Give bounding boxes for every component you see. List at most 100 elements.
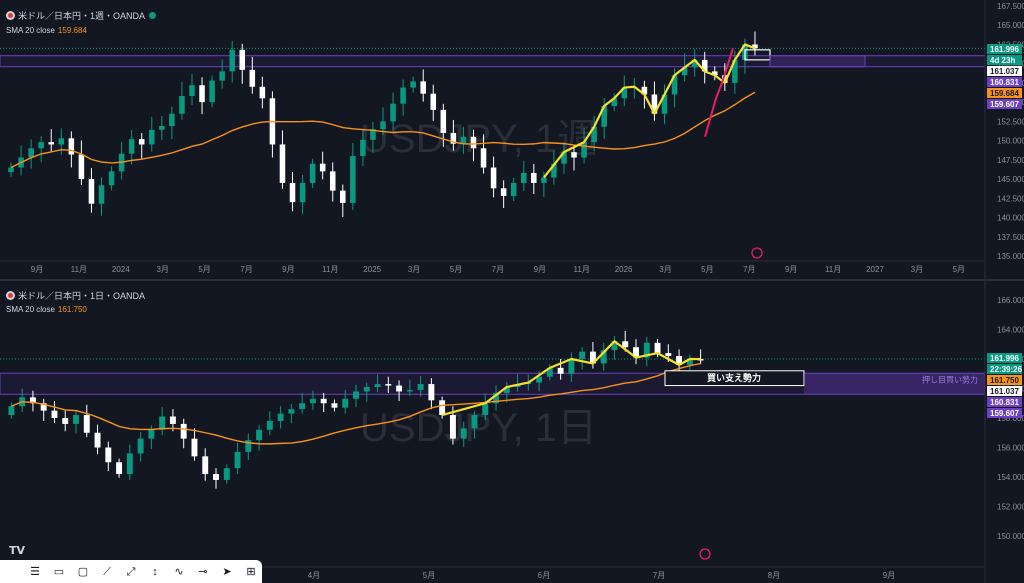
candle-body [68, 138, 75, 155]
candle-body [108, 171, 115, 186]
candle-body [500, 188, 507, 196]
x-tick-label: 7月 [240, 265, 252, 274]
y-tick-label: 147.500 [997, 156, 1024, 165]
weekly-chart-canvas[interactable]: USDJPY, 1週167.500165.000162.500160.00015… [0, 0, 1024, 279]
y-tick-label: 135.000 [997, 252, 1024, 261]
candle-body [105, 447, 112, 463]
candle-body [460, 428, 467, 439]
candle-body [319, 163, 326, 172]
candle-body [266, 420, 273, 430]
price-tag-label: 161.750 [990, 376, 1019, 385]
candle-body [98, 185, 105, 204]
y-tick-label: 152.500 [997, 117, 1024, 126]
candle-body [406, 389, 413, 392]
rectangle-icon[interactable]: ▢ [76, 565, 90, 579]
weekly-sma-legend[interactable]: SMA 20 close 159.684 [6, 26, 87, 35]
candle-body [410, 81, 416, 88]
fib-icon[interactable]: ∿ [172, 565, 186, 579]
candle-body [320, 398, 327, 404]
candle-body [234, 451, 241, 469]
lightning-icon [751, 247, 763, 259]
candle-body [256, 429, 263, 441]
x-tick-label: 3月 [156, 265, 168, 274]
candle-body [239, 49, 246, 70]
price-tag-label: 22:39:26 [990, 365, 1023, 374]
weekly-chart-panel[interactable]: USDJPY, 1週167.500165.000162.500160.00015… [0, 0, 1024, 279]
candle-body [191, 438, 198, 457]
y-tick-label: 156.000 [997, 444, 1024, 453]
candle-body [420, 81, 426, 94]
price-tag-label: 160.831 [990, 78, 1019, 87]
drawing-toolbar: ☰ ▭ ▢ ⟋ ⤢ ↕ ∿ ⊸ ➤ ⊞ [0, 560, 262, 583]
text-icon[interactable]: ▭ [52, 565, 66, 579]
candle-body [665, 353, 672, 357]
y-tick-label: 167.500 [997, 2, 1024, 11]
daily-symbol-title: 米ドル／日本円・1日・OANDA [18, 291, 146, 301]
x-tick-label: 5月 [198, 265, 210, 274]
x-tick-label: 9月 [883, 571, 895, 580]
tradingview-logo[interactable]: TV [9, 544, 25, 557]
candle-body [38, 142, 44, 149]
daily-sma-legend[interactable]: SMA 20 close 161.750 [6, 305, 87, 314]
x-tick-label: 3月 [408, 265, 420, 274]
candle-body [116, 462, 123, 475]
x-tick-label: 2027 [866, 265, 884, 274]
x-tick-label: 9月 [31, 265, 43, 274]
candle-body [138, 139, 145, 145]
weekly-sma-value: 159.684 [57, 26, 87, 35]
candle-body [48, 142, 55, 145]
candle-body [249, 69, 256, 87]
daily-chart-header: 米ドル／日本円・1日・OANDA [6, 289, 145, 302]
candle-body [169, 416, 176, 424]
candle-body [277, 413, 284, 421]
candle-body [571, 152, 577, 158]
buy-dip-label: 押し目買い勢力 [922, 375, 978, 385]
more-icon[interactable]: ⊞ [244, 565, 258, 579]
candle-body [396, 385, 403, 392]
lightning-icon [699, 548, 711, 560]
y-tick-label: 150.000 [997, 137, 1024, 146]
candle-body [8, 406, 15, 416]
weekly-sma-label: SMA 20 close [6, 26, 55, 35]
x-tick-label: 7月 [492, 265, 504, 274]
candle-body [363, 387, 370, 392]
x-tick-label: 11月 [825, 265, 841, 274]
candle-body [223, 468, 230, 480]
x-tick-label: 7月 [653, 571, 665, 580]
candle-body [360, 139, 366, 156]
daily-sma-label: SMA 20 close [6, 305, 55, 314]
daily-sma-value: 161.750 [57, 305, 87, 314]
candle-body [340, 190, 346, 203]
x-tick-label: 2024 [112, 265, 130, 274]
y-tick-label: 154.000 [997, 473, 1024, 482]
daily-chart-canvas[interactable]: USDJPY, 1日166.000164.000162.000160.00015… [0, 281, 1024, 583]
candle-body [568, 359, 575, 374]
y-tick-label: 164.000 [997, 326, 1024, 335]
y-tick-label: 142.500 [997, 194, 1024, 203]
candle-body [219, 71, 225, 81]
price-tag-label: 160.831 [990, 398, 1019, 407]
candle-body [299, 182, 306, 203]
lines-icon[interactable]: ☰ [28, 565, 42, 579]
candle-body [8, 167, 14, 173]
x-tick-label: 7月 [743, 265, 755, 274]
brush-icon[interactable]: ⊸ [196, 565, 210, 579]
candle-body [490, 167, 497, 189]
candle-body [622, 341, 629, 348]
weekly-zone-extension [769, 55, 866, 68]
candle-body [83, 415, 90, 433]
ruler-icon[interactable]: ⤢ [124, 565, 138, 579]
x-tick-label: 11月 [322, 265, 338, 274]
x-tick-label: 9月 [534, 265, 546, 274]
candle-body [309, 163, 316, 183]
candle-body [189, 85, 195, 96]
candle-body [202, 456, 209, 475]
daily-chart-panel[interactable]: USDJPY, 1日166.000164.000162.000160.00015… [0, 281, 1024, 583]
trendline-icon[interactable]: ⟋ [100, 565, 114, 579]
watermark-text: USDJPY, 1日 [360, 406, 597, 450]
candle-body [471, 415, 478, 429]
path-icon[interactable]: ↕ [148, 565, 162, 579]
cursor-icon[interactable]: ➤ [220, 565, 234, 579]
candle-body [654, 342, 661, 354]
candle-body [73, 415, 79, 424]
